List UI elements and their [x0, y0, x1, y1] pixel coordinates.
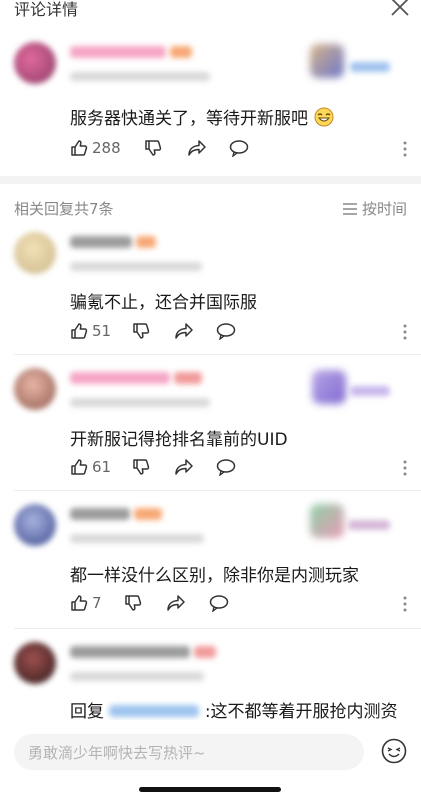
comment-actions: 288 [70, 139, 407, 163]
username-blurred[interactable] [70, 372, 170, 384]
user-badge-blurred [136, 236, 156, 248]
avatar[interactable] [14, 42, 56, 84]
user-badge-blurred [194, 646, 216, 658]
dislike-button[interactable] [132, 458, 150, 476]
thumbs-up-icon [71, 459, 88, 475]
username-blurred[interactable] [70, 508, 130, 520]
comment-button[interactable] [229, 139, 249, 157]
dislike-button[interactable] [132, 322, 150, 340]
more-icon[interactable] [403, 324, 407, 340]
sort-label: 按时间 [361, 200, 407, 218]
page-title: 评论详情 [14, 0, 79, 19]
share-icon [175, 459, 193, 475]
home-indicator [139, 787, 281, 792]
comment-icon [209, 595, 229, 612]
timestamp-blurred [70, 398, 210, 407]
username-blurred[interactable] [70, 236, 132, 248]
comment-input[interactable]: 勇敢滴少年啊快去写热评~ [14, 734, 364, 770]
dislike-button[interactable] [144, 139, 162, 157]
user-pendant-image [312, 370, 346, 404]
username-blurred[interactable] [70, 646, 190, 658]
thumbs-down-icon [125, 595, 142, 611]
timestamp-blurred [70, 534, 204, 543]
share-icon [167, 595, 185, 611]
like-button[interactable]: 7 [70, 594, 102, 612]
laugh-emoji-icon [314, 107, 334, 127]
sort-icon [342, 202, 357, 215]
thumbs-down-icon [133, 459, 150, 475]
user-badge-blurred [170, 46, 192, 58]
timestamp-blurred [70, 262, 202, 271]
more-icon[interactable] [403, 141, 407, 157]
reply-separator [14, 354, 421, 355]
comment-button[interactable] [216, 322, 236, 340]
dislike-button[interactable] [124, 594, 142, 612]
replies-count-label: 相关回复共7条 [14, 200, 114, 218]
comment-button[interactable] [209, 594, 229, 612]
comment-input-placeholder: 勇敢滴少年啊快去写热评~ [28, 744, 206, 762]
share-icon [175, 323, 193, 339]
reply-prefix: 回复 [70, 702, 104, 722]
like-count: 51 [92, 322, 112, 340]
user-badge-blurred [174, 372, 202, 384]
avatar[interactable] [14, 232, 56, 274]
reply-text: 回复 :这不都等着开服抢内测资 [70, 697, 398, 722]
emoji-icon[interactable] [381, 738, 407, 764]
sort-button[interactable]: 按时间 [342, 198, 407, 219]
user-pendant-label [350, 386, 390, 396]
share-button[interactable] [174, 322, 194, 340]
thumbs-down-icon [133, 323, 150, 339]
share-button[interactable] [174, 458, 194, 476]
user-pendant-label [348, 520, 390, 530]
reply-suffix: :这不都等着开服抢内测资 [204, 702, 398, 722]
mentioned-user-blurred[interactable] [109, 705, 200, 717]
user-pendant-image [310, 44, 344, 78]
reply-text: 开新服记得抢排名靠前的UID [70, 430, 288, 450]
share-icon [188, 140, 206, 156]
replies-header: 相关回复共7条 按时间 [14, 198, 407, 220]
comment-button[interactable] [216, 458, 236, 476]
like-count: 61 [92, 458, 112, 476]
reply-actions: 51 [70, 322, 407, 346]
section-divider [0, 176, 421, 184]
like-button[interactable]: 288 [70, 139, 121, 157]
user-pendant-image [310, 504, 344, 538]
thumbs-down-icon [145, 140, 162, 156]
close-icon[interactable] [389, 0, 411, 18]
top-bar: 评论详情 [0, 0, 421, 24]
user-pendant-label [350, 62, 390, 72]
reply-actions: 7 [70, 594, 407, 618]
comment-icon [216, 459, 236, 476]
comment-icon [216, 323, 236, 340]
avatar[interactable] [14, 642, 56, 684]
comment-text: 服务器快通关了，等待开新服吧 [70, 104, 335, 129]
avatar[interactable] [14, 504, 56, 546]
reply-actions: 61 [70, 458, 407, 482]
timestamp-blurred [70, 672, 204, 681]
thumbs-up-icon [71, 595, 88, 611]
reply-separator [14, 628, 421, 629]
reply-text: 骗氪不止，还合并国际服 [70, 293, 257, 313]
like-button[interactable]: 51 [70, 322, 111, 340]
avatar[interactable] [14, 368, 56, 410]
reply-text: 都一样没什么区别，除非你是内测玩家 [70, 566, 359, 586]
username-blurred[interactable] [70, 46, 166, 58]
timestamp-blurred [70, 72, 210, 81]
like-button[interactable]: 61 [70, 458, 111, 476]
more-icon[interactable] [403, 596, 407, 612]
thumbs-up-icon [71, 323, 88, 339]
comment-icon [229, 140, 249, 157]
share-button[interactable] [166, 594, 186, 612]
like-count: 7 [92, 594, 102, 612]
like-count: 288 [92, 139, 121, 157]
user-badge-blurred [134, 508, 162, 520]
share-button[interactable] [187, 139, 207, 157]
more-icon[interactable] [403, 460, 407, 476]
reply-separator [14, 490, 421, 491]
thumbs-up-icon [71, 140, 88, 156]
